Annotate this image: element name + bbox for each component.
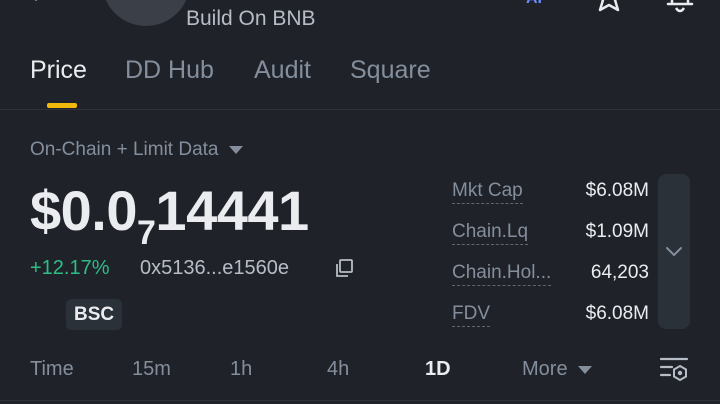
caret-down-icon xyxy=(577,365,592,374)
copy-icon[interactable] xyxy=(334,258,354,278)
data-source-label: On-Chain + Limit Data xyxy=(30,139,219,160)
bell-icon[interactable] xyxy=(660,0,700,16)
timeframe-time[interactable]: Time xyxy=(30,358,74,381)
timeframe-1h[interactable]: 1h xyxy=(230,358,252,381)
price-change: +12.17% xyxy=(30,257,110,279)
contract-address[interactable]: 0x5136...e1560e xyxy=(140,257,289,280)
token-subtitle: Build On BNB xyxy=(186,7,316,30)
timeframe-15m[interactable]: 15m xyxy=(132,358,171,381)
tab-dd-hub[interactable]: DD Hub xyxy=(125,56,214,85)
back-arrow-icon[interactable] xyxy=(30,0,56,12)
timeframe-more-label: More xyxy=(522,358,568,380)
chain-badge: BSC xyxy=(66,299,123,330)
bottom-divider xyxy=(0,400,720,401)
stat-label-chain-holders[interactable]: Chain.Hol... xyxy=(452,262,552,286)
tab-audit[interactable]: Audit xyxy=(254,56,311,85)
star-icon[interactable] xyxy=(593,0,625,16)
stat-value-chain-holders: 64,203 xyxy=(590,262,649,283)
price-zero-count: 7 xyxy=(137,214,156,252)
timeframe-more[interactable]: More xyxy=(522,358,592,381)
price-display: $0.0714441 xyxy=(30,178,309,252)
tab-price[interactable]: Price xyxy=(30,56,87,85)
ai-icon[interactable]: AI xyxy=(526,0,542,8)
stat-value-mkt-cap: $6.08M xyxy=(585,180,649,201)
stat-label-fdv[interactable]: FDV xyxy=(452,303,490,327)
active-tab-indicator xyxy=(47,103,77,108)
price-prefix: $0.0 xyxy=(30,179,138,242)
caret-down-icon xyxy=(228,146,243,154)
timeframe-4h[interactable]: 4h xyxy=(327,358,349,381)
stat-value-fdv: $6.08M xyxy=(585,303,649,324)
price-digits: 14441 xyxy=(155,179,309,242)
tab-bar: Price DD Hub Audit Square xyxy=(0,56,720,96)
stat-label-chain-lq[interactable]: Chain.Lq xyxy=(452,221,529,245)
chart-settings-icon[interactable] xyxy=(658,355,690,383)
timeframe-1d[interactable]: 1D xyxy=(425,358,451,381)
stat-label-mkt-cap[interactable]: Mkt Cap xyxy=(452,180,523,204)
token-logo xyxy=(102,0,190,26)
tab-divider xyxy=(0,109,720,110)
stat-value-chain-lq: $1.09M xyxy=(585,221,649,242)
tab-square[interactable]: Square xyxy=(350,56,431,85)
data-source-selector[interactable]: On-Chain + Limit Data xyxy=(30,139,243,161)
chevron-down-icon xyxy=(666,247,682,256)
